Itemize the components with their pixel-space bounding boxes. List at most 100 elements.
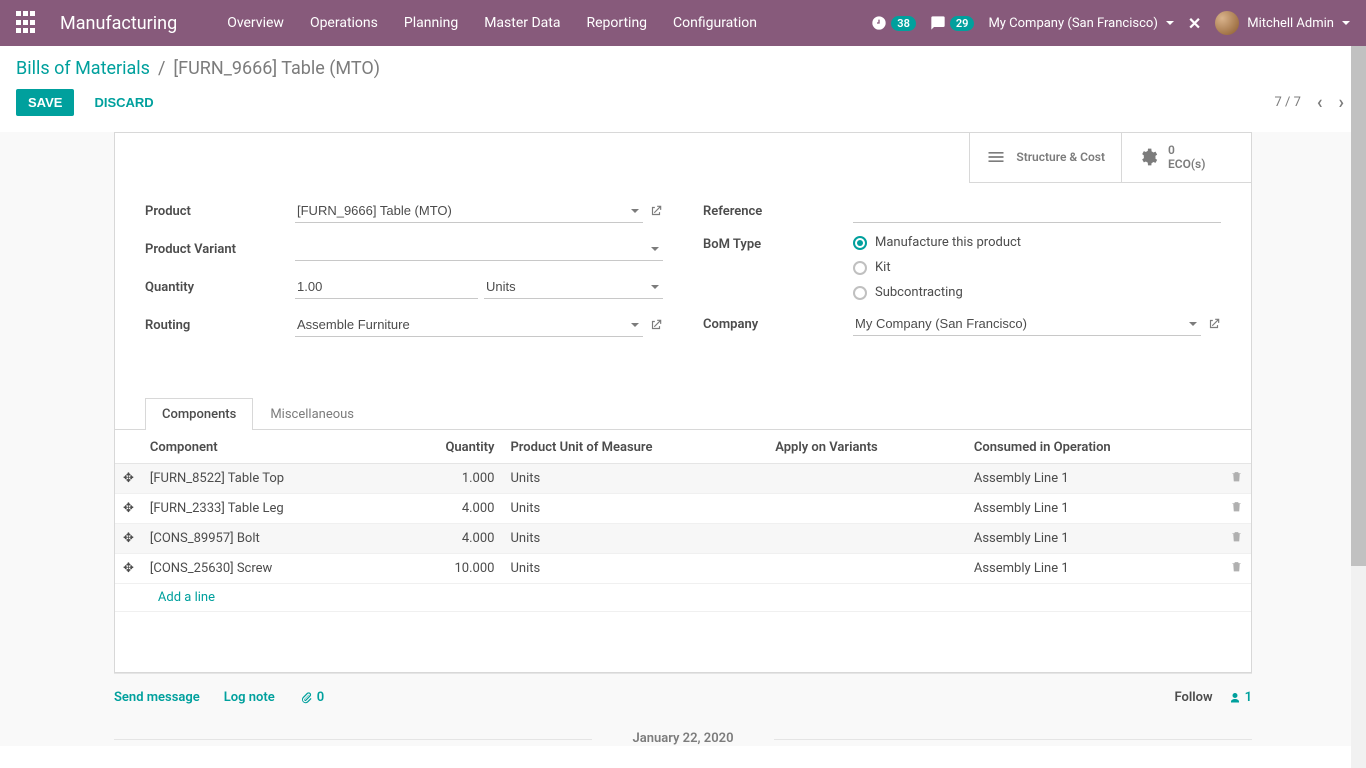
debug-icon[interactable]: ✕ [1188,14,1201,33]
add-line-button[interactable]: Add a line [150,582,223,613]
company-field[interactable] [853,312,1201,336]
app-brand[interactable]: Manufacturing [60,13,177,34]
send-message-button[interactable]: Send message [114,690,200,705]
menu-overview[interactable]: Overview [217,9,294,37]
company-switcher[interactable]: My Company (San Francisco) [988,16,1173,31]
delete-row-button[interactable] [1222,464,1251,494]
cell-uom[interactable]: Units [502,524,767,554]
quantity-uom-field[interactable] [484,275,663,299]
th-variants[interactable]: Apply on Variants [767,430,966,464]
breadcrumb-root[interactable]: Bills of Materials [16,58,150,79]
cell-uom[interactable]: Units [502,554,767,584]
scrollbar[interactable] [1351,46,1366,768]
pager-prev-button[interactable]: ‹ [1311,90,1329,115]
drag-handle-icon[interactable]: ✥ [115,464,142,494]
cell-quantity[interactable]: 4.000 [394,494,503,524]
delete-row-button[interactable] [1222,524,1251,554]
reference-field[interactable] [853,199,1221,223]
followers-button[interactable]: 1 [1229,690,1252,705]
cell-component[interactable]: [FURN_8522] Table Top [142,464,394,494]
delete-row-button[interactable] [1222,494,1251,524]
user-menu[interactable]: Mitchell Admin [1215,11,1350,35]
menu-reporting[interactable]: Reporting [576,9,657,37]
th-component[interactable]: Component [142,430,394,464]
cell-variants[interactable] [767,554,966,584]
stat-structure-cost[interactable]: Structure & Cost [969,133,1121,183]
table-row[interactable]: ✥[FURN_2333] Table Leg4.000Units Assembly… [115,494,1251,524]
log-note-button[interactable]: Log note [224,690,275,705]
cell-variants[interactable] [767,524,966,554]
product-variant-field[interactable] [295,237,663,261]
label-reference: Reference [703,204,853,219]
bom-type-subcontracting[interactable]: Subcontracting [853,285,1021,300]
cell-quantity[interactable]: 4.000 [394,524,503,554]
main-menu: Overview Operations Planning Master Data… [217,9,767,37]
th-quantity[interactable]: Quantity [394,430,503,464]
label-company: Company [703,317,853,332]
cell-component[interactable]: [CONS_25630] Screw [142,554,394,584]
cell-operation[interactable]: Assembly Line 1 [966,494,1222,524]
action-toolbar: SAVE DISCARD 7 / 7 ‹ › [0,79,1366,132]
form-sheet: Structure & Cost 0 ECO(s) Product [114,132,1252,673]
pager-next-button[interactable]: › [1333,90,1350,115]
discuss-indicator[interactable]: 29 [930,15,975,31]
breadcrumb: Bills of Materials / [FURN_9666] Table (… [16,58,1350,79]
menu-configuration[interactable]: Configuration [663,9,767,37]
cell-component[interactable]: [FURN_2333] Table Leg [142,494,394,524]
delete-row-button[interactable] [1222,554,1251,584]
bom-type-kit[interactable]: Kit [853,260,1021,275]
cell-operation[interactable]: Assembly Line 1 [966,524,1222,554]
cell-operation[interactable]: Assembly Line 1 [966,464,1222,494]
label-bomtype: BoM Type [703,235,853,252]
label-product: Product [145,204,295,219]
table-row[interactable]: ✥[CONS_89957] Bolt4.000Units Assembly Lin… [115,524,1251,554]
cell-uom[interactable]: Units [502,464,767,494]
notebook-tabs: Components Miscellaneous [115,397,1251,430]
menu-operations[interactable]: Operations [300,9,388,37]
stat-ecos[interactable]: 0 ECO(s) [1121,133,1251,183]
label-quantity: Quantity [145,280,295,295]
menu-master-data[interactable]: Master Data [474,9,570,37]
activity-indicator[interactable]: 38 [871,15,916,31]
discard-button[interactable]: DISCARD [82,89,165,116]
user-icon [1229,692,1241,704]
cell-quantity[interactable]: 10.000 [394,554,503,584]
components-table: Component Quantity Product Unit of Measu… [115,430,1251,612]
menu-planning[interactable]: Planning [394,9,468,37]
cell-operation[interactable]: Assembly Line 1 [966,554,1222,584]
table-row[interactable]: ✥[FURN_8522] Table Top1.000Units Assembly… [115,464,1251,494]
bom-type-manufacture[interactable]: Manufacture this product [853,235,1021,250]
trash-icon [1230,500,1243,513]
drag-handle-icon[interactable]: ✥ [115,554,142,584]
save-button[interactable]: SAVE [16,89,74,116]
radio-icon [853,286,867,300]
drag-handle-icon[interactable]: ✥ [115,524,142,554]
cell-component[interactable]: [CONS_89957] Bolt [142,524,394,554]
quantity-field[interactable] [295,275,478,299]
cell-variants[interactable] [767,494,966,524]
pager-text[interactable]: 7 / 7 [1274,95,1300,110]
cell-variants[interactable] [767,464,966,494]
clock-icon [871,15,887,31]
follow-button[interactable]: Follow [1174,690,1212,705]
apps-icon[interactable] [16,11,40,35]
external-link-icon[interactable] [649,204,663,218]
trash-icon [1230,560,1243,573]
attachments-button[interactable]: 0 [299,690,324,705]
th-operation[interactable]: Consumed in Operation [966,430,1222,464]
avatar [1215,11,1239,35]
chatter: Send message Log note 0 Follow 1 January… [114,673,1252,746]
external-link-icon[interactable] [1207,317,1221,331]
tab-components[interactable]: Components [145,398,253,430]
tab-miscellaneous[interactable]: Miscellaneous [253,398,371,430]
drag-handle-icon[interactable]: ✥ [115,494,142,524]
trash-icon [1230,530,1243,543]
table-row[interactable]: ✥[CONS_25630] Screw10.000Units Assembly L… [115,554,1251,584]
th-uom[interactable]: Product Unit of Measure [502,430,767,464]
routing-field[interactable] [295,313,643,337]
cell-quantity[interactable]: 1.000 [394,464,503,494]
product-field[interactable] [295,199,643,223]
external-link-icon[interactable] [649,318,663,332]
bom-type-radio-group: Manufacture this product Kit Subcontract… [853,235,1021,300]
cell-uom[interactable]: Units [502,494,767,524]
